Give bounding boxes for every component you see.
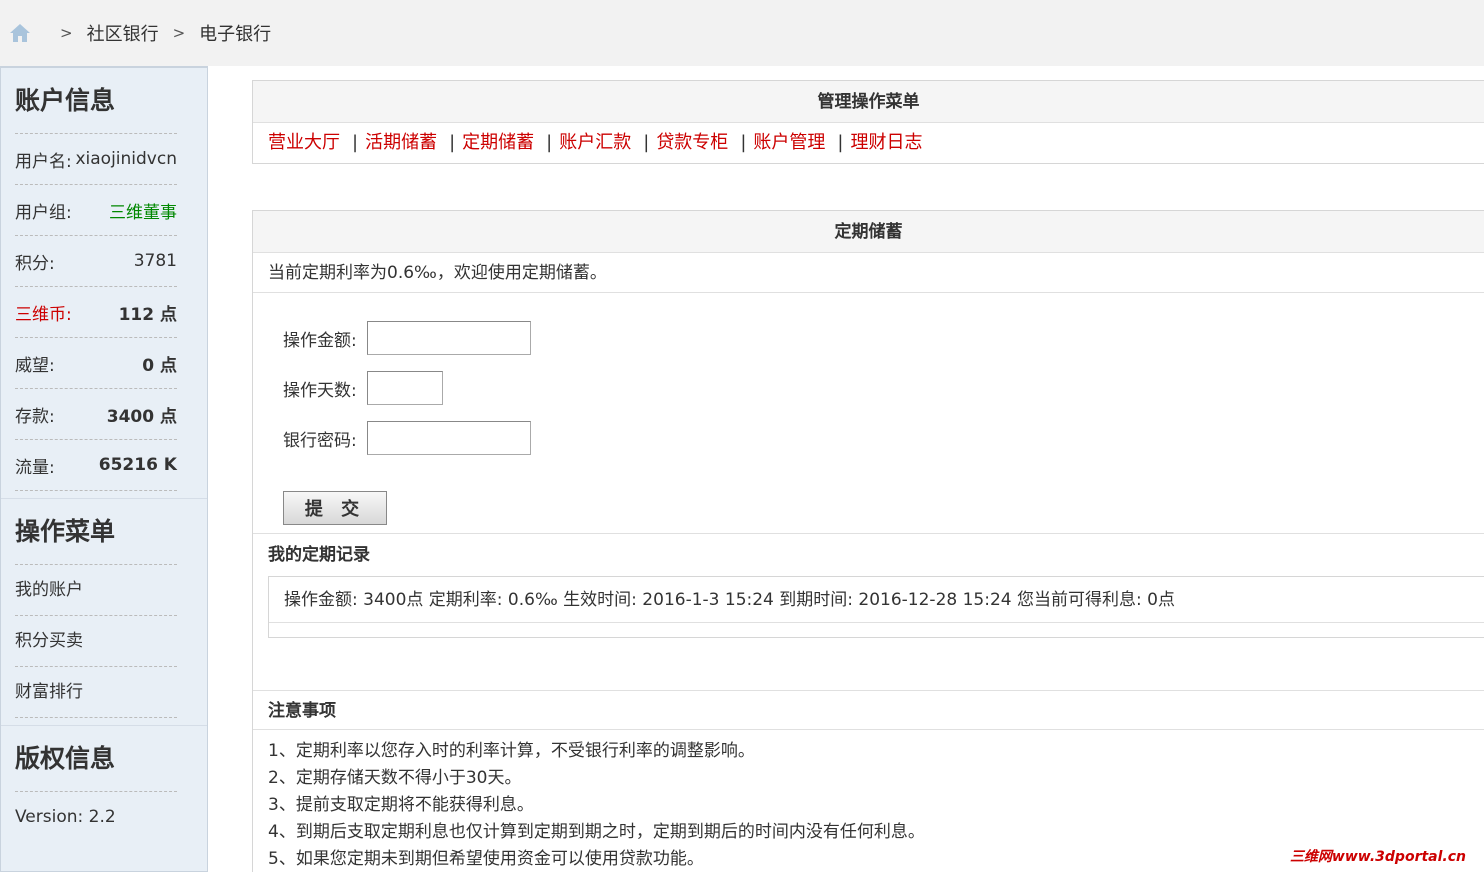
row-coins: 三维币: 112 点	[15, 287, 177, 338]
traffic-label: 流量:	[15, 457, 55, 478]
link-separator: |	[643, 132, 650, 153]
username-label: 用户名:	[15, 151, 72, 172]
menu-my-account[interactable]: 我的账户	[15, 565, 177, 616]
link-fixed-deposit[interactable]: 定期储蓄	[462, 132, 534, 153]
home-icon[interactable]	[8, 22, 32, 44]
deposit-value: 3400 点	[106, 406, 177, 427]
password-input[interactable]	[367, 421, 531, 455]
amount-row: 操作金额:	[283, 313, 1484, 363]
records-box: 操作金额: 3400点 定期利率: 0.6‰ 生效时间: 2016-1-3 15…	[268, 576, 1484, 638]
fixed-deposit-box: 定期储蓄 当前定期利率为0.6‰，欢迎使用定期储蓄。 操作金额: 操作天数: 银…	[252, 210, 1484, 872]
days-row: 操作天数:	[283, 363, 1484, 413]
link-separator: |	[449, 132, 456, 153]
manage-menu-links: 营业大厅 | 活期储蓄 | 定期储蓄 | 账户汇款 | 贷款专柜 | 账户管理 | 理财日志	[253, 123, 1484, 163]
link-separator: |	[837, 132, 844, 153]
breadcrumb-e-bank[interactable]: 电子银行	[199, 20, 271, 46]
manage-menu-title: 管理操作菜单	[253, 81, 1484, 123]
notice-item: 5、如果您定期未到期但希望使用资金可以使用贷款功能。	[268, 849, 704, 869]
notice-title: 注意事项	[253, 690, 1484, 730]
link-loan-counter[interactable]: 贷款专柜	[656, 132, 728, 153]
version-text: Version: 2.2	[15, 807, 116, 827]
prestige-value: 0 点	[142, 355, 177, 376]
link-remittance[interactable]: 账户汇款	[559, 132, 631, 153]
deposit-form: 操作金额: 操作天数: 银行密码: 提 交	[253, 293, 1484, 534]
link-separator: |	[740, 132, 747, 153]
row-deposit: 存款: 3400 点	[15, 389, 177, 440]
password-label: 银行密码:	[283, 430, 357, 451]
main-content: 管理操作菜单 营业大厅 | 活期储蓄 | 定期储蓄 | 账户汇款 | 贷款专柜 | 账户管理 | 理财日…	[252, 80, 1484, 872]
traffic-value: 65216 K	[98, 455, 177, 475]
sidebar: 账户信息 用户名: xiaojinidvcn 用户组: 三维董事 积分: 378…	[0, 66, 208, 872]
breadcrumb-separator: >	[172, 24, 186, 42]
notice-item: 1、定期利率以您存入时的利率计算，不受银行利率的调整影响。	[268, 741, 755, 761]
operation-menu-section: 操作菜单 我的账户 积分买卖 财富排行	[1, 499, 207, 718]
fixed-deposit-title: 定期储蓄	[253, 211, 1484, 253]
link-business-hall[interactable]: 营业大厅	[268, 132, 340, 153]
amount-input[interactable]	[367, 321, 531, 355]
row-points: 积分: 3781	[15, 236, 177, 287]
breadcrumb-community-bank[interactable]: 社区银行	[87, 20, 159, 46]
link-separator: |	[546, 132, 553, 153]
row-traffic: 流量: 65216 K	[15, 440, 177, 491]
section-divider	[1, 491, 207, 499]
copyright-title: 版权信息	[15, 726, 177, 792]
link-account-manage[interactable]: 账户管理	[753, 132, 825, 153]
breadcrumb: > 社区银行 > 电子银行	[8, 20, 271, 46]
account-info-title: 账户信息	[15, 68, 177, 134]
watermark: 三维网www.3dportal.cn	[1289, 849, 1466, 865]
days-input[interactable]	[367, 371, 443, 405]
menu-wealth-rank[interactable]: 财富排行	[15, 667, 177, 718]
row-username: 用户名: xiaojinidvcn	[15, 134, 177, 185]
rate-info: 当前定期利率为0.6‰，欢迎使用定期储蓄。	[253, 253, 1484, 293]
row-prestige: 威望: 0 点	[15, 338, 177, 389]
usergroup-label: 用户组:	[15, 202, 72, 223]
usergroup-value[interactable]: 三维董事	[109, 198, 177, 223]
notice-item: 4、到期后支取定期利息也仅计算到定期到期之时，定期到期后的时间内没有任何利息。	[268, 822, 925, 842]
link-finance-log[interactable]: 理财日志	[850, 132, 922, 153]
records-title: 我的定期记录	[268, 545, 370, 565]
coins-value: 112 点	[118, 304, 177, 325]
operation-menu-title: 操作菜单	[15, 499, 177, 565]
amount-label: 操作金额:	[283, 330, 357, 351]
deposit-label: 存款:	[15, 406, 55, 427]
notice-item: 3、提前支取定期将不能获得利息。	[268, 795, 534, 815]
notice-item: 2、定期存储天数不得小于30天。	[268, 768, 522, 788]
record-row: 操作金额: 3400点 定期利率: 0.6‰ 生效时间: 2016-1-3 15…	[269, 577, 1484, 623]
account-info-section: 账户信息 用户名: xiaojinidvcn 用户组: 三维董事 积分: 378…	[1, 68, 207, 491]
menu-points-trade[interactable]: 积分买卖	[15, 616, 177, 667]
link-current-deposit[interactable]: 活期储蓄	[365, 132, 437, 153]
days-label: 操作天数:	[283, 380, 357, 401]
username-value: xiaojinidvcn	[75, 149, 177, 169]
points-value: 3781	[133, 251, 177, 271]
points-label: 积分:	[15, 253, 55, 274]
prestige-label: 威望:	[15, 355, 55, 376]
section-divider	[1, 718, 207, 726]
password-row: 银行密码:	[283, 413, 1484, 463]
link-separator: |	[352, 132, 359, 153]
breadcrumb-bar: > 社区银行 > 电子银行	[0, 0, 1484, 66]
copyright-section: 版权信息 Version: 2.2	[1, 726, 207, 843]
coins-label: 三维币:	[15, 304, 72, 325]
manage-menu-box: 管理操作菜单 营业大厅 | 活期储蓄 | 定期储蓄 | 账户汇款 | 贷款专柜 | 账户管理 | 理财日…	[252, 80, 1484, 164]
submit-button[interactable]: 提 交	[283, 491, 387, 525]
row-usergroup: 用户组: 三维董事	[15, 185, 177, 236]
breadcrumb-separator: >	[60, 24, 73, 42]
